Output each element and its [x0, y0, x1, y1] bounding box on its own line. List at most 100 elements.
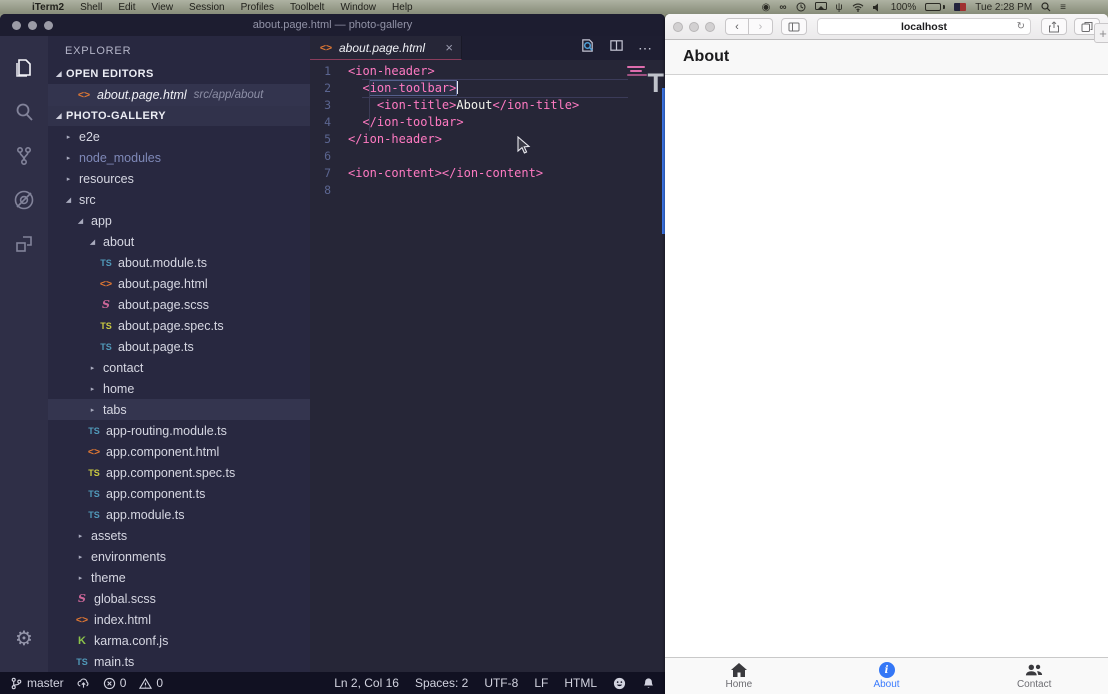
sidebar-toggle-button[interactable] — [781, 18, 807, 35]
feedback-smiley-icon[interactable] — [613, 677, 626, 690]
tree-item-resources[interactable]: ▸resources — [48, 168, 310, 189]
code-token-tag: <ion-title> — [377, 98, 456, 112]
code-line-6[interactable]: 6 — [310, 148, 665, 165]
usb-icon[interactable]: ψ — [836, 2, 843, 13]
code-line-4[interactable]: 4 </ion-toolbar> — [310, 114, 665, 131]
display-icon[interactable] — [815, 2, 827, 12]
minimize-window-button[interactable] — [689, 22, 699, 32]
menu-item-profiles[interactable]: Profiles — [233, 2, 282, 13]
close-window-button[interactable] — [673, 22, 683, 32]
share-button[interactable] — [1041, 18, 1067, 35]
search-icon[interactable] — [0, 90, 48, 134]
tree-item-about.module.ts[interactable]: TSabout.module.ts — [48, 252, 310, 273]
tree-item-main.ts[interactable]: TSmain.ts — [48, 651, 310, 672]
tree-item-about[interactable]: ◢about — [48, 231, 310, 252]
menu-item-edit[interactable]: Edit — [110, 2, 143, 13]
reload-icon[interactable]: ↻ — [1017, 21, 1025, 32]
new-tab-button[interactable]: + — [1094, 23, 1108, 43]
tab-about-page-html[interactable]: <> about.page.html × — [310, 36, 462, 60]
explorer-icon[interactable] — [0, 46, 48, 90]
more-actions-icon[interactable]: ⋯ — [638, 40, 653, 57]
code-area[interactable]: 1<ion-header>2 <ion-toolbar>3 <ion-title… — [310, 60, 665, 672]
warnings-item[interactable]: 0 — [139, 676, 163, 690]
tree-item-app[interactable]: ◢app — [48, 210, 310, 231]
tree-item-home[interactable]: ▸home — [48, 378, 310, 399]
code-line-8[interactable]: 8 — [310, 182, 665, 199]
tree-item-app.component.ts[interactable]: TSapp.component.ts — [48, 483, 310, 504]
project-section[interactable]: ◢ PHOTO-GALLERY — [48, 106, 310, 126]
menu-clock[interactable]: Tue 2:28 PM — [975, 2, 1032, 13]
close-tab-icon[interactable]: × — [445, 40, 453, 55]
tree-item-assets[interactable]: ▸assets — [48, 525, 310, 546]
tree-item-app.module.ts[interactable]: TSapp.module.ts — [48, 504, 310, 525]
clock-status-icon[interactable] — [796, 2, 806, 12]
back-button[interactable]: ‹ — [725, 18, 749, 35]
menu-item-toolbelt[interactable]: Toolbelt — [282, 2, 332, 13]
settings-gear-icon[interactable]: ⚙ — [0, 616, 48, 660]
menu-item-session[interactable]: Session — [181, 2, 233, 13]
split-editor-icon[interactable] — [609, 38, 624, 58]
notification-center-icon[interactable]: ≡ — [1060, 2, 1066, 13]
tree-item-app.component.spec.ts[interactable]: TSapp.component.spec.ts — [48, 462, 310, 483]
vscode-title-bar[interactable]: about.page.html — photo-gallery — [0, 14, 665, 36]
language-mode[interactable]: HTML — [564, 676, 597, 690]
tree-item-theme[interactable]: ▸theme — [48, 567, 310, 588]
tree-item-src[interactable]: ◢src — [48, 189, 310, 210]
open-editors-section[interactable]: ◢ OPEN EDITORS — [48, 64, 310, 84]
code-line-7[interactable]: 7<ion-content></ion-content> — [310, 165, 665, 182]
vscode-window: about.page.html — photo-gallery ⚙ EXP — [0, 14, 665, 694]
code-line-3[interactable]: 3 <ion-title>About</ion-title> — [310, 97, 665, 114]
line-number: 8 — [310, 182, 348, 199]
extensions-icon[interactable] — [0, 222, 48, 266]
input-source-flag-icon[interactable] — [954, 3, 966, 11]
html-file-icon: <> — [86, 446, 102, 458]
tree-item-e2e[interactable]: ▸e2e — [48, 126, 310, 147]
tree-item-karma.conf.js[interactable]: Kkarma.conf.js — [48, 630, 310, 651]
zoom-window-button[interactable] — [705, 22, 715, 32]
menu-item-view[interactable]: View — [144, 2, 182, 13]
code-line-2[interactable]: 2 <ion-toolbar> — [310, 80, 665, 97]
code-line-5[interactable]: 5</ion-header> — [310, 131, 665, 148]
menu-item-iterm2[interactable]: iTerm2 — [24, 2, 72, 13]
tree-item-about.page.spec.ts[interactable]: TSabout.page.spec.ts — [48, 315, 310, 336]
cursor-position[interactable]: Ln 2, Col 16 — [334, 676, 399, 690]
tree-item-contact[interactable]: ▸contact — [48, 357, 310, 378]
indentation[interactable]: Spaces: 2 — [415, 676, 468, 690]
tree-item-node_modules[interactable]: ▸node_modules — [48, 147, 310, 168]
tree-item-about.page.scss[interactable]: Sabout.page.scss — [48, 294, 310, 315]
screen-record-icon[interactable]: ◉ — [762, 2, 771, 13]
tree-item-app.component.html[interactable]: <>app.component.html — [48, 441, 310, 462]
ion-tab-contact[interactable]: Contact — [960, 658, 1108, 694]
menu-item-shell[interactable]: Shell — [72, 2, 110, 13]
safari-toolbar[interactable]: ‹ › localhost ↻ + — [665, 14, 1108, 40]
notifications-bell-icon[interactable] — [642, 677, 655, 690]
address-bar[interactable]: localhost ↻ — [817, 18, 1031, 35]
code-line-1[interactable]: 1<ion-header> — [310, 63, 665, 80]
tree-item-tabs[interactable]: ▸tabs — [48, 399, 310, 420]
git-branch-item[interactable]: master — [10, 676, 64, 690]
debug-icon[interactable] — [0, 178, 48, 222]
tree-item-about.page.ts[interactable]: TSabout.page.ts — [48, 336, 310, 357]
menu-item-window[interactable]: Window — [332, 2, 384, 13]
tree-item-environments[interactable]: ▸environments — [48, 546, 310, 567]
menu-item-help[interactable]: Help — [384, 2, 421, 13]
spotlight-icon[interactable] — [1041, 2, 1051, 12]
tree-item-about.page.html[interactable]: <>about.page.html — [48, 273, 310, 294]
errors-item[interactable]: 0 — [103, 676, 127, 690]
tree-item-index.html[interactable]: <>index.html — [48, 609, 310, 630]
tree-item-global.scss[interactable]: Sglobal.scss — [48, 588, 310, 609]
binoculars-icon[interactable]: ∞ — [779, 2, 786, 13]
wifi-icon[interactable] — [852, 3, 864, 12]
find-in-file-icon[interactable] — [580, 38, 595, 58]
eol-sequence[interactable]: LF — [534, 676, 548, 690]
open-editor-item[interactable]: <> about.page.html src/app/about — [48, 84, 310, 106]
encoding[interactable]: UTF-8 — [484, 676, 518, 690]
source-control-icon[interactable] — [0, 134, 48, 178]
sync-publish-icon[interactable] — [77, 677, 90, 690]
volume-icon[interactable] — [873, 3, 882, 12]
safari-traffic-lights — [673, 22, 715, 32]
ion-tab-about[interactable]: iAbout — [813, 658, 961, 694]
forward-button[interactable]: › — [749, 18, 773, 35]
tree-item-app-routing.module.ts[interactable]: TSapp-routing.module.ts — [48, 420, 310, 441]
ion-tab-home[interactable]: Home — [665, 658, 813, 694]
